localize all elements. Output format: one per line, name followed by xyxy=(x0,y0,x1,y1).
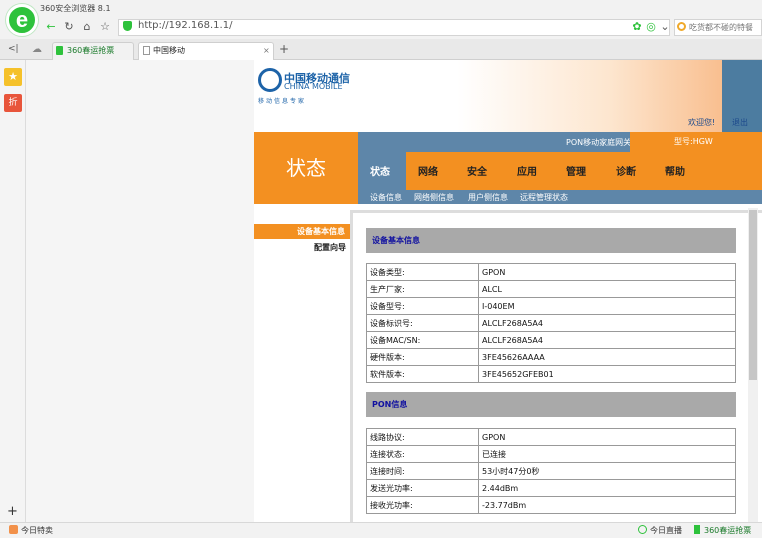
submenu-device-info[interactable]: 设备信息 xyxy=(370,192,402,203)
tab-label: 360春运抢票 xyxy=(67,46,115,55)
back-icon[interactable]: ← xyxy=(44,20,58,34)
table-row: 线路协议: GPON xyxy=(366,428,736,446)
star-icon[interactable]: ☆ xyxy=(98,20,112,34)
menu-apps[interactable]: 应用 xyxy=(517,163,537,178)
menu-security[interactable]: 安全 xyxy=(467,163,487,178)
coupon-icon[interactable]: 折 xyxy=(4,94,22,112)
table-row: 设备型号: I-040EM xyxy=(366,297,736,315)
table-row: 设备标识号: ALCLF268A5A4 xyxy=(366,314,736,332)
add-sidebar-button[interactable]: + xyxy=(7,504,18,519)
sidebar-toggle-icon[interactable]: <| xyxy=(8,44,19,54)
menu-diagnose[interactable]: 诊断 xyxy=(616,163,636,178)
settings-icon[interactable]: ✿ xyxy=(630,20,644,34)
menu-status[interactable]: 状态 xyxy=(370,163,390,178)
refresh-icon[interactable]: ↻ xyxy=(62,20,76,34)
table-row: 设备类型: GPON xyxy=(366,263,736,281)
table-row: 接收光功率: -23.77dBm xyxy=(366,496,736,514)
cloud-icon[interactable]: ☁ xyxy=(32,44,42,55)
nav-config-wizard[interactable]: 配置向导 xyxy=(254,242,346,253)
play-icon[interactable] xyxy=(638,525,647,534)
table-row: 发送光功率: 2.44dBm xyxy=(366,479,736,497)
new-tab-button[interactable]: + xyxy=(279,42,289,56)
menu-network[interactable]: 网络 xyxy=(418,163,438,178)
blank-area xyxy=(26,60,254,522)
search-input[interactable]: 吃货都不碰的特餐 xyxy=(689,22,761,33)
gateway-name: PON移动家庭网关 xyxy=(566,138,632,147)
home-icon[interactable]: ⌂ xyxy=(80,20,94,34)
address-text[interactable]: http://192.168.1.1/ xyxy=(138,20,232,31)
page-title: 状态 xyxy=(254,132,358,204)
model-label: 型号:HGW xyxy=(630,132,762,152)
pon-section-title: PON信息 xyxy=(366,392,736,417)
daily-deals-link[interactable]: 今日特卖 xyxy=(21,525,53,536)
brand-slogan: 移动信息专家 xyxy=(258,98,307,105)
phone-icon[interactable] xyxy=(694,525,700,534)
page-icon xyxy=(143,46,150,55)
favorites-star-icon[interactable]: ★ xyxy=(4,68,22,86)
compat-icon[interactable]: ◎ xyxy=(644,20,658,34)
submenu-network-side[interactable]: 网络侧信息 xyxy=(414,192,454,203)
search-engine-icon[interactable] xyxy=(677,22,686,31)
live-link[interactable]: 今日直播 xyxy=(650,525,682,536)
table-row: 生产厂家: ALCL xyxy=(366,280,736,298)
menu-help[interactable]: 帮助 xyxy=(665,163,685,178)
logout-link[interactable]: 退出 xyxy=(732,117,748,128)
table-row: 连接状态: 已连接 xyxy=(366,445,736,463)
table-row: 设备MAC/SN: ALCLF268A5A4 xyxy=(366,331,736,349)
table-row: 软件版本: 3FE45652GFEB01 xyxy=(366,365,736,383)
device-info-table: 设备类型: GPON 生产厂家: ALCL 设备型号: I-040EM 设备标识号: A… xyxy=(366,263,736,383)
status-bar xyxy=(0,522,762,538)
table-row: 硬件版本: 3FE45626AAAA xyxy=(366,348,736,366)
welcome-link[interactable]: 欢迎您! xyxy=(688,117,715,128)
phone-icon xyxy=(56,46,63,55)
ticket-link[interactable]: 360春运抢票 xyxy=(704,525,751,536)
tab-label: 中国移动 xyxy=(153,46,185,55)
tab-china-mobile[interactable]: 中国移动 × xyxy=(138,42,274,60)
browser-logo-icon[interactable]: e xyxy=(6,4,38,36)
tab-360[interactable]: 360春运抢票 xyxy=(52,42,134,60)
table-row: 连接时间: 53小时47分0秒 xyxy=(366,462,736,480)
brand-en: CHINA MOBILE xyxy=(284,82,343,91)
submenu-user-side[interactable]: 用户侧信息 xyxy=(468,192,508,203)
menu-manage[interactable]: 管理 xyxy=(566,163,586,178)
chevron-down-icon[interactable]: ⌄ xyxy=(658,20,672,34)
close-icon[interactable]: × xyxy=(263,43,270,59)
china-mobile-logo-icon xyxy=(258,68,282,92)
device-section-title: 设备基本信息 xyxy=(366,228,736,253)
nav-device-basic[interactable]: 设备基本信息 xyxy=(254,224,350,239)
scrollbar-thumb[interactable] xyxy=(749,210,757,380)
security-shield-icon xyxy=(123,21,132,31)
app-title: 360安全浏览器 8.1 xyxy=(40,4,111,13)
pon-info-table: 线路协议: GPON 连接状态: 已连接 连接时间: 53小时47分0秒 发送光功率:… xyxy=(366,428,736,514)
browser-sidebar xyxy=(0,60,26,522)
router-page: 中国移动通信 CHINA MOBILE 移动信息专家 欢迎您! 退出 状态 PO… xyxy=(254,60,762,522)
deals-icon[interactable] xyxy=(9,525,18,534)
title-bar xyxy=(0,0,762,17)
submenu-remote-mgmt[interactable]: 远程管理状态 xyxy=(520,192,568,203)
